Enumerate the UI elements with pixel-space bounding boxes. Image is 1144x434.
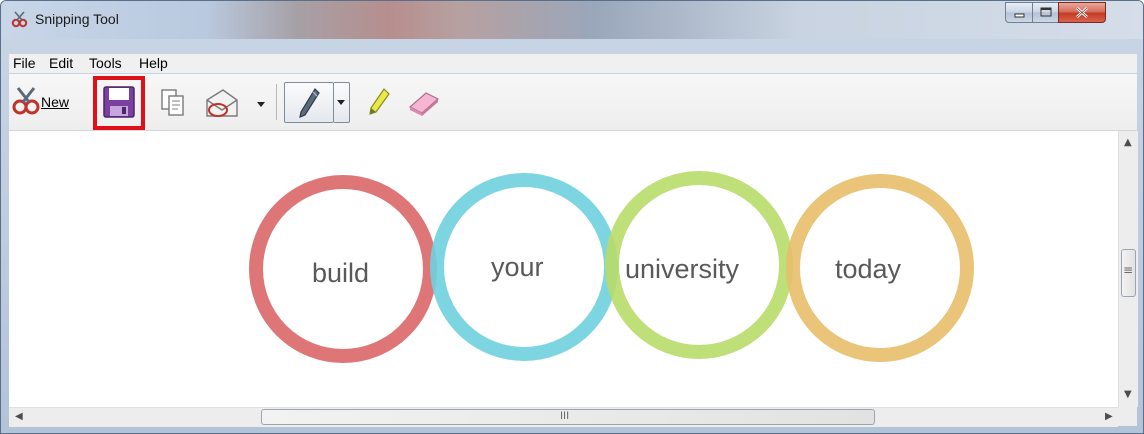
horizontal-grip: III (560, 410, 570, 422)
circles-graphic (249, 171, 974, 363)
snipping-tool-window: Snipping Tool File Edit Tools Help New b… (0, 0, 1144, 434)
pen-icon (299, 88, 320, 118)
word-today: today (835, 254, 902, 284)
maximize-button[interactable] (1032, 2, 1059, 23)
horizontal-scroll-thumb[interactable]: III (261, 409, 875, 425)
save-highlight-box (93, 76, 145, 130)
eraser-button[interactable] (404, 87, 444, 119)
word-university: university (625, 254, 740, 284)
scroll-up-arrow-icon[interactable]: ▲ (1124, 137, 1132, 148)
scrollbar-corner (1118, 407, 1137, 426)
close-icon (1076, 7, 1088, 18)
toolbar-separator (276, 84, 277, 120)
copy-icon (161, 89, 184, 116)
minimize-button[interactable] (1005, 2, 1033, 23)
pen-button[interactable] (284, 82, 334, 123)
dropdown-arrow-icon (337, 100, 345, 105)
new-snip-button[interactable]: New (9, 80, 79, 120)
minimize-icon (1014, 13, 1025, 18)
highlighter-button[interactable] (364, 86, 392, 120)
copy-button[interactable] (159, 87, 187, 119)
snip-canvas: build your university today (9, 131, 1118, 407)
vertical-scroll-thumb[interactable]: ≡ (1121, 249, 1136, 297)
close-button[interactable] (1058, 2, 1106, 23)
menu-tools[interactable]: Tools (89, 55, 122, 71)
send-snip-dropdown[interactable] (254, 96, 268, 110)
window-title: Snipping Tool (35, 11, 119, 27)
title-bar[interactable]: Snipping Tool (1, 1, 1143, 39)
new-snip-icon (12, 87, 40, 115)
menu-file[interactable]: File (13, 55, 36, 71)
word-your: your (491, 252, 544, 282)
send-snip-icon (206, 89, 238, 117)
menu-bar: File Edit Tools Help (9, 54, 1137, 73)
menu-edit[interactable]: Edit (49, 55, 73, 71)
scissors-icon (11, 11, 28, 28)
menu-help[interactable]: Help (139, 55, 168, 71)
vertical-scrollbar[interactable]: ▲ ≡ ▼ (1118, 131, 1138, 407)
scroll-down-arrow-icon[interactable]: ▼ (1124, 389, 1132, 400)
new-label: New (41, 94, 70, 110)
pen-dropdown[interactable] (334, 82, 350, 123)
word-build: build (312, 258, 370, 288)
vertical-grip: ≡ (1123, 263, 1134, 277)
horizontal-scrollbar[interactable]: ◀ III ▶ (9, 407, 1118, 427)
scroll-right-arrow-icon[interactable]: ▶ (1105, 411, 1113, 422)
eraser-icon (408, 92, 440, 116)
scroll-left-arrow-icon[interactable]: ◀ (15, 411, 23, 422)
maximize-icon (1040, 7, 1052, 17)
dropdown-arrow-icon (257, 102, 265, 107)
highlighter-icon (369, 88, 390, 115)
send-snip-button[interactable] (203, 86, 243, 120)
toolbar: New (9, 74, 1137, 131)
